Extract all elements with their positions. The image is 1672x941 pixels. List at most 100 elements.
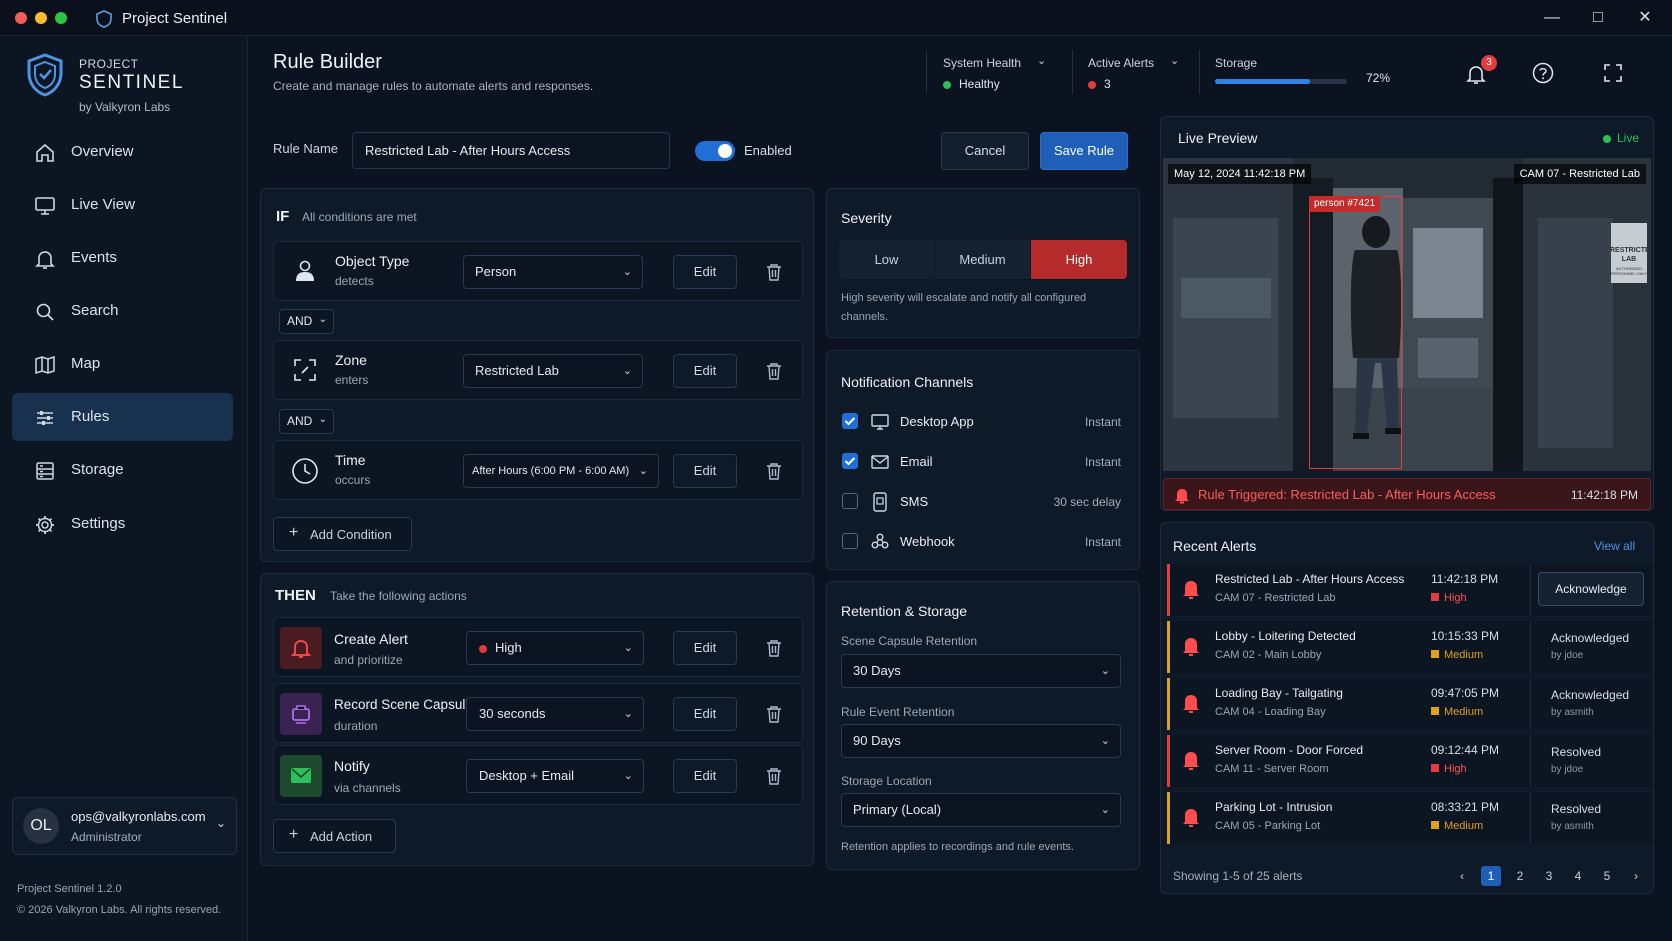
zone-select[interactable]: Restricted Lab ⌄ [463,354,643,388]
edit-button[interactable]: Edit [673,759,737,793]
page-3[interactable]: 3 [1539,866,1559,886]
next-page-icon[interactable]: › [1626,866,1646,886]
search-icon [36,303,54,321]
event-retention-select[interactable]: 90 Days ⌄ [841,724,1121,758]
page-2[interactable]: 2 [1510,866,1530,886]
channel-row-webhook[interactable]: Webhook Instant [841,530,1121,554]
divider [1530,564,1531,616]
help-icon[interactable] [1532,62,1554,84]
sliders-icon [37,411,53,425]
sms-checkbox[interactable] [842,493,858,509]
alert-row[interactable]: Loading Bay - Tailgating CAM 04 - Loadin… [1167,678,1653,730]
edit-button[interactable]: Edit [673,354,737,388]
sidebar-item-overview[interactable]: Overview [12,128,233,176]
add-action-button[interactable]: + Add Action [273,819,396,853]
minimize-icon[interactable]: — [1542,8,1562,28]
alert-row[interactable]: Parking Lot - Intrusion CAM 05 - Parking… [1167,792,1653,844]
severity-marker [1431,764,1439,772]
sidebar-item-label: Search [71,302,119,319]
sidebar-item-live-view[interactable]: Live View [12,181,233,229]
close-icon[interactable]: ✕ [1635,8,1655,28]
time-select[interactable]: After Hours (6:00 PM - 6:00 AM) ⌄ [463,454,659,488]
page-4[interactable]: 4 [1568,866,1588,886]
trigger-time: 11:42:18 PM [1570,488,1638,502]
and-operator-select[interactable]: AND ⌄ [279,309,334,334]
channel-row-desktop[interactable]: Desktop App Instant [841,410,1121,434]
active-alerts-label: Active Alerts [1088,56,1155,70]
action-icon-tile [280,693,322,735]
zoom-window-dot[interactable] [55,12,67,24]
add-action-label: Add Action [310,829,373,844]
edit-button[interactable]: Edit [673,255,737,289]
window-titlebar: Project Sentinel — □ ✕ [0,0,1672,36]
divider [1530,735,1531,787]
edit-button[interactable]: Edit [673,697,737,731]
close-window-dot[interactable] [15,12,27,24]
avatar: OL [23,808,59,844]
minimize-window-dot[interactable] [35,12,47,24]
severity-low-option[interactable]: Low [839,240,934,279]
alert-bell-icon [1183,695,1199,713]
channel-row-email[interactable]: Email Instant [841,450,1121,474]
scene-retention-select[interactable]: 30 Days ⌄ [841,654,1121,688]
page-1[interactable]: 1 [1481,866,1501,886]
save-rule-button[interactable]: Save Rule [1040,132,1128,170]
trash-icon[interactable] [766,705,782,723]
storage-location-select[interactable]: Primary (Local) ⌄ [841,793,1121,827]
enabled-toggle[interactable] [695,141,735,161]
sidebar-item-rules[interactable]: Rules [12,393,233,441]
sidebar-item-label: Live View [71,196,135,213]
notify-channels-select[interactable]: Desktop + Email ⌄ [466,759,644,793]
chevron-down-icon: ⌄ [623,770,633,782]
alert-severity: High [1431,763,1467,775]
trash-icon[interactable] [766,362,782,380]
live-status: Live [1603,131,1639,145]
notification-badge: 3 [1481,55,1497,71]
sidebar-item-map[interactable]: Map [12,340,233,388]
maximize-icon[interactable]: □ [1588,8,1608,28]
and-operator-select[interactable]: AND ⌄ [279,409,334,434]
severity-high-option[interactable]: High [1031,240,1127,279]
alert-row[interactable]: Server Room - Door Forced CAM 11 - Serve… [1167,735,1653,787]
user-menu[interactable]: OL ops@valkyronlabs.com Administrator ⌄ [12,797,237,855]
trash-icon[interactable] [766,462,782,480]
desktop-checkbox[interactable] [842,413,858,429]
sidebar-item-settings[interactable]: Settings [12,500,233,548]
webhook-checkbox[interactable] [842,533,858,549]
sidebar-item-search[interactable]: Search [12,287,233,335]
action-title: Record Scene Capsule [334,697,473,712]
email-checkbox[interactable] [842,453,858,469]
add-condition-button[interactable]: + Add Condition [273,517,412,551]
chevron-down-icon: ⌄ [1037,55,1047,67]
system-health-dropdown[interactable]: System Health ⌄ Healthy [943,54,1048,94]
feed-timestamp: May 12, 2024 11:42:18 PM [1168,164,1312,184]
alert-priority-select[interactable]: High ⌄ [466,631,644,665]
sidebar-item-events[interactable]: Events [12,234,233,282]
object-type-select[interactable]: Person ⌄ [463,255,643,289]
capsule-duration-select[interactable]: 30 seconds ⌄ [466,697,644,731]
person-icon [296,260,314,281]
condition-row: Object Type detects Person ⌄ Edit [273,241,803,301]
view-all-link[interactable]: View all [1594,539,1635,553]
page-5[interactable]: 5 [1597,866,1617,886]
alert-row[interactable]: Restricted Lab - After Hours Access CAM … [1167,564,1653,616]
edit-button[interactable]: Edit [673,631,737,665]
active-alerts-dropdown[interactable]: Active Alerts ⌄ 3 [1088,54,1180,94]
alert-row[interactable]: Lobby - Loitering Detected CAM 02 - Main… [1167,621,1653,673]
edit-button[interactable]: Edit [673,454,737,488]
divider [1530,678,1531,730]
sidebar-item-storage[interactable]: Storage [12,446,233,494]
acknowledge-button[interactable]: Acknowledge [1538,572,1644,606]
fullscreen-icon[interactable] [1603,63,1623,83]
rule-name-input[interactable]: Restricted Lab - After Hours Access [352,132,670,169]
channel-row-sms[interactable]: SMS 30 sec delay [841,490,1121,514]
trash-icon[interactable] [766,639,782,657]
user-role: Administrator [71,830,142,844]
trash-icon[interactable] [766,767,782,785]
camera-feed[interactable]: May 12, 2024 11:42:18 PM CAM 07 - Restri… [1163,158,1651,471]
cancel-button[interactable]: Cancel [941,132,1029,170]
severity-medium-option[interactable]: Medium [935,240,1030,279]
prev-page-icon[interactable]: ‹ [1452,866,1472,886]
trash-icon[interactable] [766,263,782,281]
alert-camera: CAM 11 - Server Room [1215,763,1329,775]
